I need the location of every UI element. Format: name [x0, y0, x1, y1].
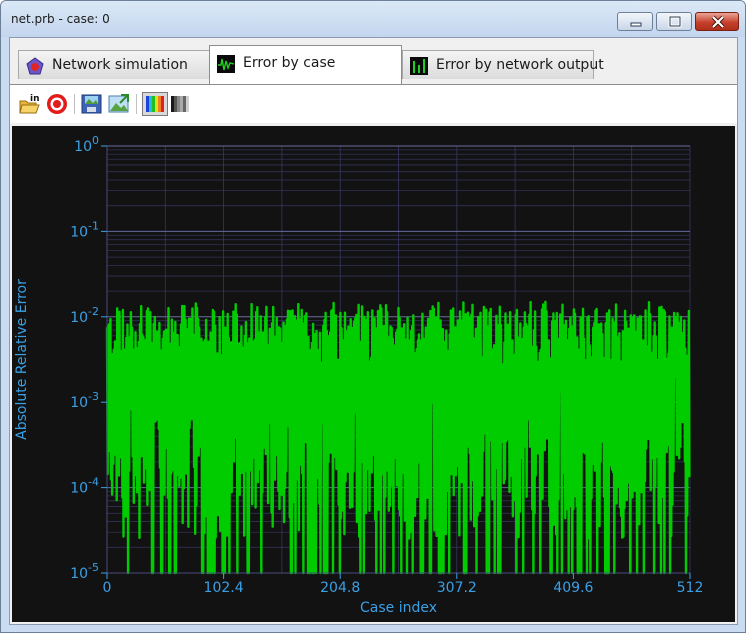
toolbar-separator: [136, 94, 137, 114]
title-bar[interactable]: net.prb - case: 0: [1, 1, 745, 37]
error-chart: 10010-110-210-310-410-50 102.4 204.8 307.2 4…: [14, 134, 704, 616]
tab-error-by-network-output[interactable]: Error by network output: [402, 50, 604, 79]
y-tick-base: 10: [74, 139, 92, 155]
error-by-output-icon: [410, 57, 428, 75]
color-palette-icon: [146, 96, 164, 112]
maximize-button[interactable]: [656, 12, 692, 31]
tab-label: Error by case: [243, 55, 336, 71]
window-title: net.prb - case: 0: [11, 12, 110, 26]
y-axis-title: Absolute Relative Error: [14, 279, 30, 440]
toolbar: in: [10, 84, 737, 123]
close-button[interactable]: [695, 12, 739, 31]
minimize-button[interactable]: [617, 12, 653, 31]
y-tick-exponent: -2: [88, 305, 99, 318]
y-tick-label: 10-5: [70, 561, 99, 582]
y-tick-exponent: -4: [88, 476, 99, 489]
y-tick-base: 10: [70, 481, 88, 497]
y-tick-label: 100: [74, 134, 99, 155]
open-input-icon[interactable]: in: [19, 93, 41, 115]
y-tick-label: 10-2: [70, 305, 99, 326]
y-tick-base: 10: [70, 310, 88, 326]
maximize-icon: [668, 15, 682, 28]
tab-strip: Network simulation Error by case Error b…: [10, 38, 737, 84]
tab-label: Network simulation: [52, 57, 188, 73]
application-window: net.prb - case: 0 Network simulation Err…: [0, 0, 746, 633]
client-area: Network simulation Error by case Error b…: [9, 37, 738, 625]
y-tick-base: 10: [70, 224, 88, 240]
y-tick-exponent: -1: [88, 219, 99, 232]
y-tick-base: 10: [70, 566, 88, 582]
x-tick-label: 0: [103, 580, 112, 596]
target-icon[interactable]: [46, 93, 68, 115]
tab-network-simulation[interactable]: Network simulation: [18, 50, 215, 79]
close-icon: [711, 15, 725, 29]
x-tick-label: 102.4: [204, 580, 244, 596]
toolbar-separator: [74, 94, 75, 114]
y-tick-label: 10-4: [70, 476, 99, 497]
save-image-icon[interactable]: [81, 93, 103, 115]
grayscale-palette-icon[interactable]: [170, 93, 192, 115]
error-by-case-icon: [217, 55, 235, 73]
y-tick-exponent: -3: [88, 390, 99, 403]
y-tick-base: 10: [70, 395, 88, 411]
y-tick-label: 10-1: [70, 219, 99, 240]
tab-error-by-case[interactable]: Error by case: [209, 45, 402, 84]
y-tick-exponent: 0: [92, 134, 99, 147]
x-tick-label: 204.8: [320, 580, 360, 596]
color-palette-button[interactable]: [142, 92, 168, 116]
x-tick-label: 307.2: [437, 580, 477, 596]
x-tick-label: 409.6: [553, 580, 593, 596]
network-simulation-icon: [26, 57, 44, 75]
y-tick-exponent: -5: [88, 561, 99, 574]
x-tick-label: 512: [677, 580, 704, 596]
minimize-icon: [630, 22, 642, 27]
x-axis-title: Case index: [360, 600, 437, 616]
plot-panel[interactable]: 100 10-1 10-2 10-3 10-4 10-5 0 102.4 204.8 307.2 4…: [12, 126, 735, 622]
export-image-icon[interactable]: [108, 93, 130, 115]
y-tick-label: 10-3: [70, 390, 99, 411]
svg-text:in: in: [30, 94, 40, 104]
tab-label: Error by network output: [436, 57, 604, 73]
